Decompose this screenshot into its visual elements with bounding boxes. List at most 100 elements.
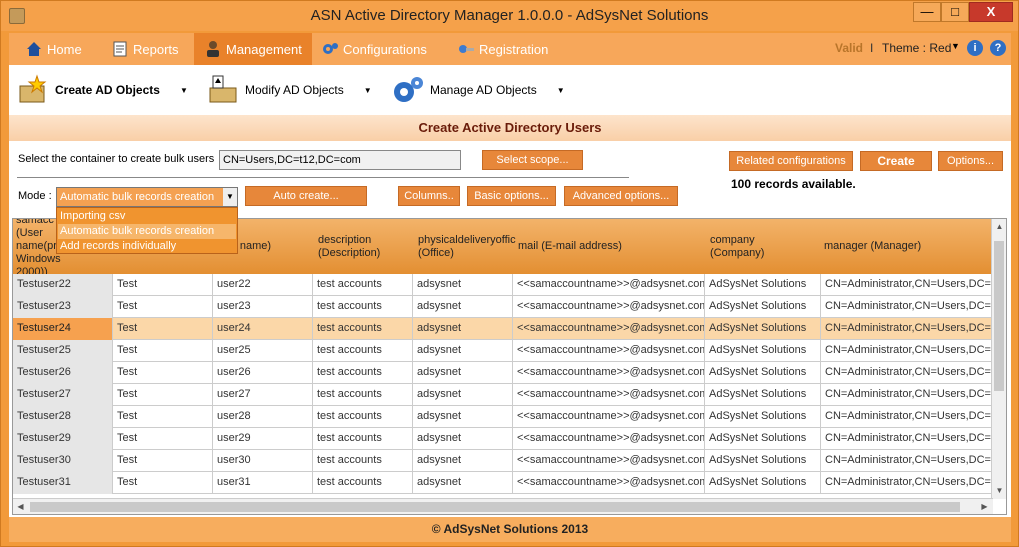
cell-first-name[interactable]: Test: [113, 472, 213, 494]
cell-first-name[interactable]: Test: [113, 406, 213, 428]
cell-manager[interactable]: CN=Administrator,CN=Users,DC=t12: [821, 450, 993, 472]
cell-description[interactable]: test accounts: [313, 340, 413, 362]
cell-manager[interactable]: CN=Administrator,CN=Users,DC=t12: [821, 340, 993, 362]
cell-last-name[interactable]: user23: [213, 296, 313, 318]
close-button[interactable]: X: [969, 2, 1013, 22]
cell-samaccountname[interactable]: Testuser31: [13, 472, 113, 494]
cell-mail[interactable]: <<samaccountname>>@adsysnet.com: [513, 340, 705, 362]
table-row[interactable]: Testuser23 Test user23 test accounts adsysne…: [13, 296, 993, 318]
cell-description[interactable]: test accounts: [313, 406, 413, 428]
cell-description[interactable]: test accounts: [313, 450, 413, 472]
table-row[interactable]: Testuser28 Test user28 test accounts adsysne…: [13, 406, 993, 428]
table-row[interactable]: Testuser29 Test user29 test accounts adsysne…: [13, 428, 993, 450]
minimize-button[interactable]: —: [913, 2, 941, 22]
chevron-down-icon[interactable]: ▼: [557, 86, 565, 95]
options-button[interactable]: Options...: [938, 151, 1003, 171]
cell-mail[interactable]: <<samaccountname>>@adsysnet.com: [513, 406, 705, 428]
cell-description[interactable]: test accounts: [313, 362, 413, 384]
cell-last-name[interactable]: user31: [213, 472, 313, 494]
chevron-down-icon[interactable]: ▼: [364, 86, 372, 95]
cell-mail[interactable]: <<samaccountname>>@adsysnet.com: [513, 296, 705, 318]
cell-company[interactable]: AdSysNet Solutions: [705, 472, 821, 494]
chevron-down-icon[interactable]: ▼: [951, 41, 960, 51]
column-header-company[interactable]: company (Company): [707, 219, 821, 274]
columns-button[interactable]: Columns..: [398, 186, 460, 206]
cell-company[interactable]: AdSysNet Solutions: [705, 318, 821, 340]
cell-first-name[interactable]: Test: [113, 340, 213, 362]
chevron-down-icon[interactable]: ▼: [180, 86, 188, 95]
cell-manager[interactable]: CN=Administrator,CN=Users,DC=t12: [821, 318, 993, 340]
cell-company[interactable]: AdSysNet Solutions: [705, 428, 821, 450]
cell-first-name[interactable]: Test: [113, 296, 213, 318]
cell-company[interactable]: AdSysNet Solutions: [705, 362, 821, 384]
cell-last-name[interactable]: user27: [213, 384, 313, 406]
maximize-button[interactable]: □: [941, 2, 969, 22]
select-scope-button[interactable]: Select scope...: [482, 150, 583, 170]
cell-company[interactable]: AdSysNet Solutions: [705, 384, 821, 406]
cell-office[interactable]: adsysnet: [413, 362, 513, 384]
help-icon[interactable]: ?: [990, 40, 1006, 56]
scroll-left-icon[interactable]: ◀: [13, 499, 28, 514]
cell-first-name[interactable]: Test: [113, 318, 213, 340]
horizontal-scrollbar[interactable]: ◀ ▶: [13, 498, 993, 514]
advanced-options-button[interactable]: Advanced options...: [564, 186, 678, 206]
vertical-scrollbar[interactable]: ▲ ▼: [991, 219, 1006, 499]
cell-company[interactable]: AdSysNet Solutions: [705, 406, 821, 428]
cell-first-name[interactable]: Test: [113, 428, 213, 450]
dropdown-option-importing-csv[interactable]: Importing csv: [58, 209, 236, 224]
modify-ad-objects-button[interactable]: Modify AD Objects ▼: [207, 71, 372, 109]
cell-last-name[interactable]: user25: [213, 340, 313, 362]
manage-ad-objects-button[interactable]: Manage AD Objects ▼: [392, 71, 565, 109]
cell-company[interactable]: AdSysNet Solutions: [705, 450, 821, 472]
create-ad-objects-button[interactable]: Create AD Objects ▼: [17, 71, 188, 109]
menu-item-reports[interactable]: Reports: [101, 33, 189, 65]
table-row[interactable]: Testuser26 Test user26 test accounts adsysne…: [13, 362, 993, 384]
cell-manager[interactable]: CN=Administrator,CN=Users,DC=t12: [821, 296, 993, 318]
cell-description[interactable]: test accounts: [313, 428, 413, 450]
create-button[interactable]: Create: [860, 151, 932, 171]
cell-office[interactable]: adsysnet: [413, 428, 513, 450]
cell-samaccountname[interactable]: Testuser24: [13, 318, 113, 340]
basic-options-button[interactable]: Basic options...: [467, 186, 556, 206]
menu-item-home[interactable]: Home: [15, 33, 92, 65]
cell-office[interactable]: adsysnet: [413, 450, 513, 472]
cell-description[interactable]: test accounts: [313, 384, 413, 406]
cell-samaccountname[interactable]: Testuser28: [13, 406, 113, 428]
cell-office[interactable]: adsysnet: [413, 296, 513, 318]
dropdown-option-automatic-bulk[interactable]: Automatic bulk records creation: [58, 224, 236, 239]
scroll-up-icon[interactable]: ▲: [992, 219, 1006, 234]
column-header-mail[interactable]: mail (E-mail address): [515, 219, 705, 274]
table-row[interactable]: Testuser27 Test user27 test accounts adsysne…: [13, 384, 993, 406]
cell-description[interactable]: test accounts: [313, 472, 413, 494]
cell-samaccountname[interactable]: Testuser30: [13, 450, 113, 472]
cell-manager[interactable]: CN=Administrator,CN=Users,DC=t12: [821, 406, 993, 428]
auto-create-button[interactable]: Auto create...: [245, 186, 367, 206]
cell-samaccountname[interactable]: Testuser22: [13, 274, 113, 296]
table-row[interactable]: Testuser24 Test user24 test accounts adsysne…: [13, 318, 993, 340]
menu-item-registration[interactable]: Registration: [447, 33, 558, 65]
related-configurations-button[interactable]: Related configurations: [729, 151, 853, 171]
scroll-thumb[interactable]: [994, 241, 1004, 391]
cell-first-name[interactable]: Test: [113, 274, 213, 296]
cell-manager[interactable]: CN=Administrator,CN=Users,DC=t12: [821, 362, 993, 384]
cell-manager[interactable]: CN=Administrator,CN=Users,DC=t12: [821, 428, 993, 450]
cell-office[interactable]: adsysnet: [413, 274, 513, 296]
cell-company[interactable]: AdSysNet Solutions: [705, 274, 821, 296]
menu-item-management[interactable]: Management: [194, 33, 312, 65]
column-header-manager[interactable]: manager (Manager): [821, 219, 993, 274]
menu-item-configurations[interactable]: Configurations: [311, 33, 437, 65]
cell-last-name[interactable]: user30: [213, 450, 313, 472]
column-header-office[interactable]: physicaldeliveryoffic (Office): [415, 219, 516, 274]
theme-selector[interactable]: Theme : Red: [882, 41, 951, 55]
title-bar[interactable]: ASN Active Directory Manager 1.0.0.0 - A…: [1, 1, 1018, 31]
cell-manager[interactable]: CN=Administrator,CN=Users,DC=t12: [821, 274, 993, 296]
scroll-right-icon[interactable]: ▶: [977, 499, 992, 514]
cell-office[interactable]: adsysnet: [413, 406, 513, 428]
cell-samaccountname[interactable]: Testuser26: [13, 362, 113, 384]
table-row[interactable]: Testuser22 Test user22 test accounts adsysne…: [13, 274, 993, 296]
cell-mail[interactable]: <<samaccountname>>@adsysnet.com: [513, 274, 705, 296]
cell-manager[interactable]: CN=Administrator,CN=Users,DC=t12: [821, 472, 993, 494]
cell-samaccountname[interactable]: Testuser25: [13, 340, 113, 362]
dropdown-option-add-individually[interactable]: Add records individually: [58, 239, 236, 254]
cell-last-name[interactable]: user24: [213, 318, 313, 340]
